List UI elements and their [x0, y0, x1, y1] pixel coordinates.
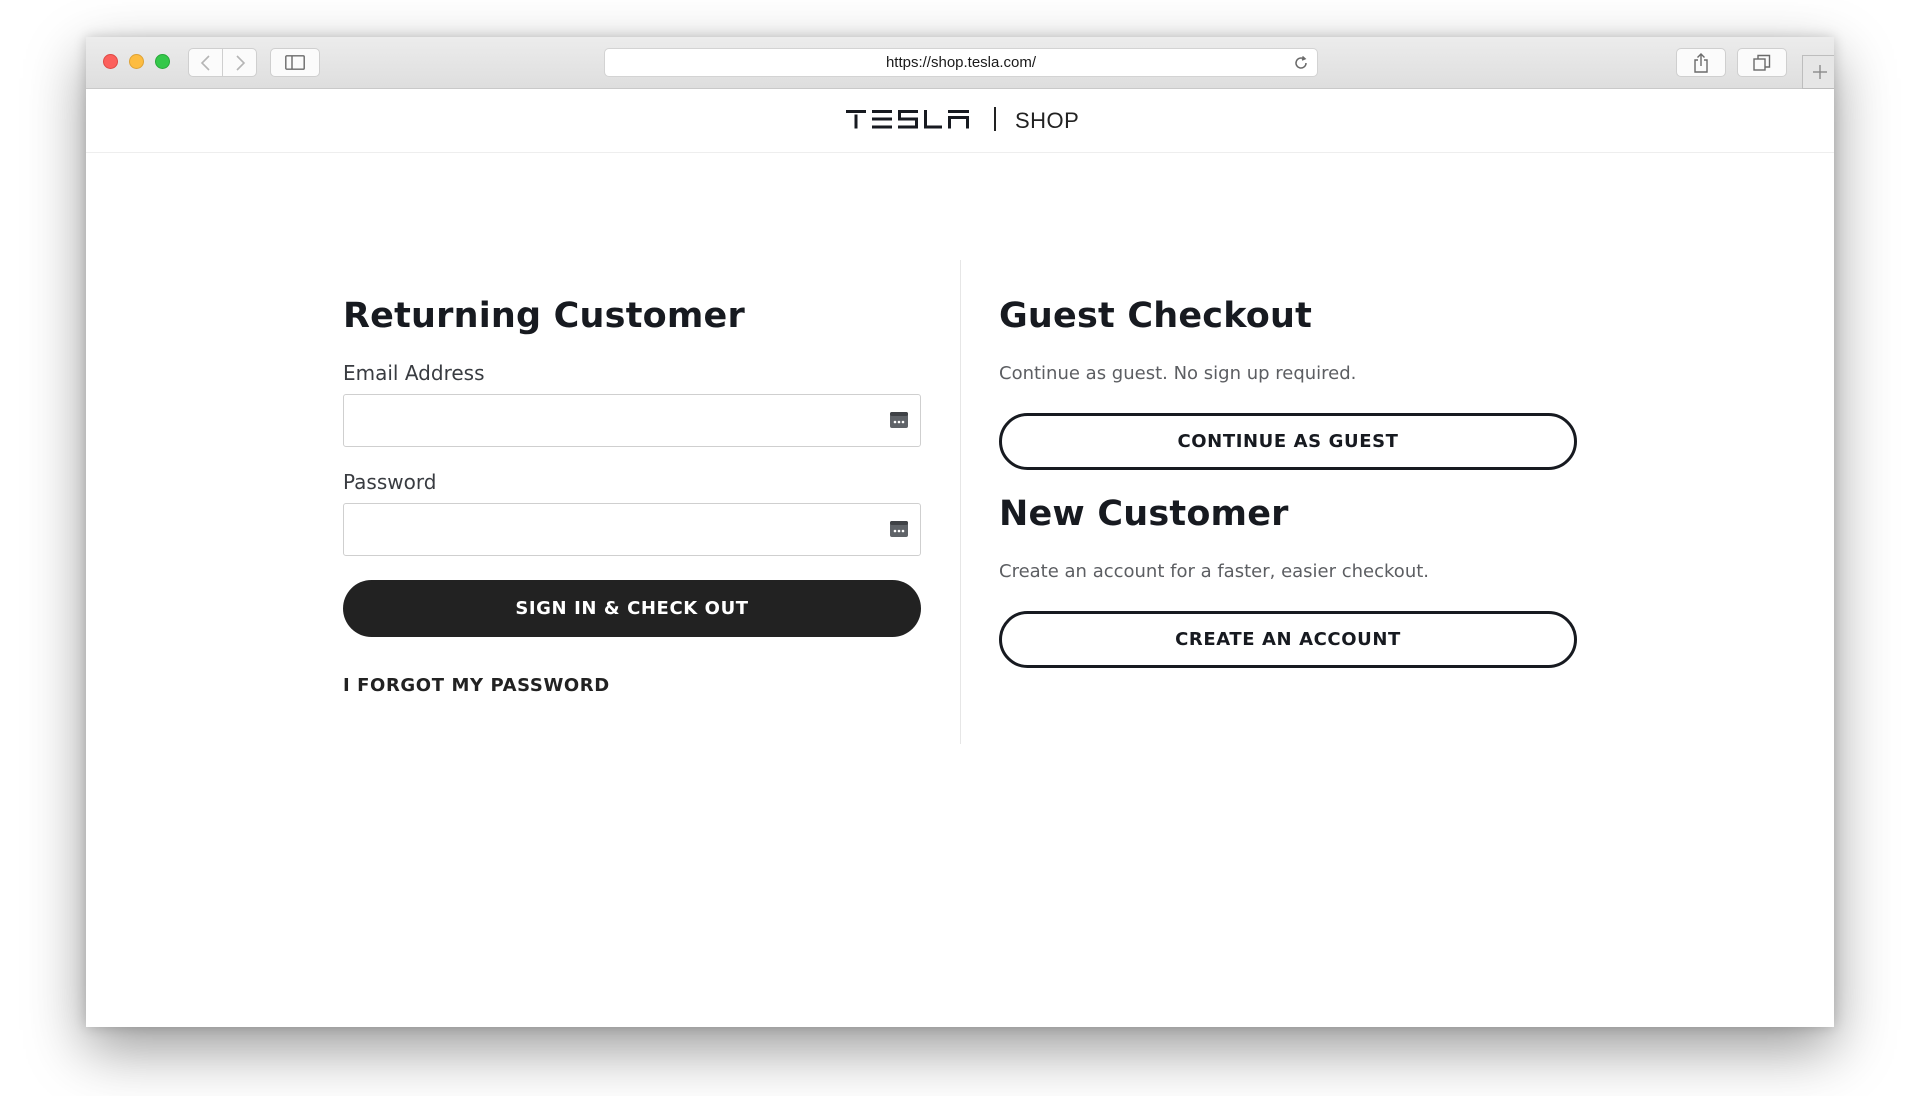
- new-customer-title: New Customer: [999, 494, 1289, 534]
- password-field[interactable]: [343, 503, 921, 556]
- returning-customer-title: Returning Customer: [343, 296, 745, 336]
- tabs-icon: [1753, 54, 1771, 71]
- url-text: https://shop.tesla.com/: [885, 54, 1037, 71]
- column-divider: [960, 260, 961, 744]
- forgot-password-link[interactable]: I FORGOT MY PASSWORD: [343, 675, 610, 696]
- new-customer-description: Create an account for a faster, easier c…: [999, 561, 1430, 582]
- shop-link[interactable]: SHOP: [1015, 108, 1079, 134]
- password-manager-icon[interactable]: [890, 412, 908, 428]
- create-account-label: CREATE AN ACCOUNT: [1175, 629, 1401, 650]
- plus-icon: [1812, 65, 1827, 79]
- email-field[interactable]: [343, 394, 921, 447]
- back-button[interactable]: [188, 48, 223, 77]
- tab-overview-button[interactable]: [1737, 48, 1787, 77]
- new-tab-button[interactable]: [1802, 55, 1834, 89]
- share-button[interactable]: [1676, 48, 1726, 77]
- sign-in-checkout-label: SIGN IN & CHECK OUT: [515, 598, 749, 619]
- sidebar-icon: [285, 55, 305, 70]
- guest-checkout-title: Guest Checkout: [999, 296, 1313, 336]
- zoom-window-button[interactable]: [155, 54, 170, 69]
- sign-in-checkout-button[interactable]: SIGN IN & CHECK OUT: [343, 580, 921, 637]
- forward-button[interactable]: [222, 48, 257, 77]
- sidebar-toggle-button[interactable]: [270, 48, 320, 77]
- create-account-button[interactable]: CREATE AN ACCOUNT: [999, 611, 1577, 668]
- site-header: SHOP: [86, 89, 1834, 153]
- chevron-left-icon: [200, 54, 210, 71]
- guest-checkout-description: Continue as guest. No sign up required.: [999, 363, 1357, 384]
- password-manager-icon[interactable]: [890, 521, 908, 537]
- email-label: Email Address: [343, 361, 485, 385]
- address-bar[interactable]: https://shop.tesla.com/: [604, 48, 1318, 77]
- tesla-logo[interactable]: [846, 109, 970, 129]
- header-divider: [994, 107, 996, 131]
- share-icon: [1694, 52, 1708, 73]
- close-window-button[interactable]: [103, 54, 118, 69]
- chevron-right-icon: [235, 54, 245, 71]
- minimize-window-button[interactable]: [129, 54, 144, 69]
- reload-icon[interactable]: [1293, 55, 1309, 71]
- browser-window: https://shop.tesla.com/ SHOP Returning C…: [86, 37, 1834, 1027]
- desktop-background: https://shop.tesla.com/ SHOP Returning C…: [0, 0, 1920, 1096]
- browser-toolbar: https://shop.tesla.com/: [86, 37, 1834, 89]
- password-label: Password: [343, 470, 437, 494]
- continue-as-guest-button[interactable]: CONTINUE AS GUEST: [999, 413, 1577, 470]
- continue-as-guest-label: CONTINUE AS GUEST: [1177, 431, 1399, 452]
